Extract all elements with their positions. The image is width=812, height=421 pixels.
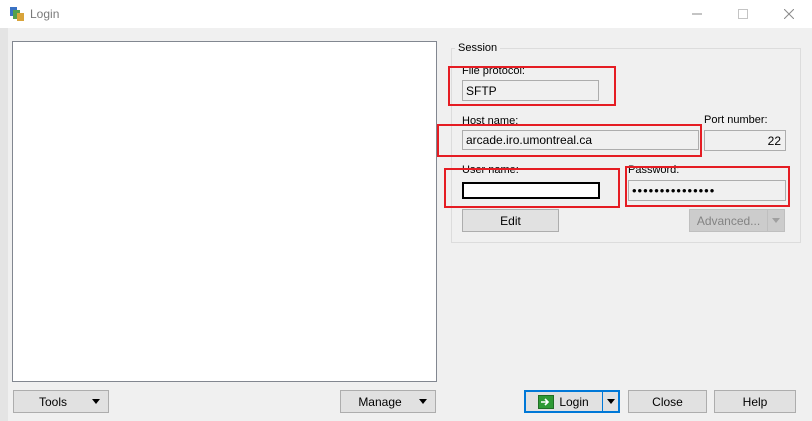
tools-button[interactable]: Tools	[13, 390, 109, 413]
chevron-down-icon	[607, 399, 615, 404]
tools-button-label: Tools	[38, 394, 67, 409]
help-button[interactable]: Help	[714, 390, 796, 413]
user-name-highlight	[444, 168, 620, 208]
minimize-icon	[692, 13, 702, 15]
site-tree[interactable]	[12, 41, 437, 382]
session-group-title: Session	[455, 42, 501, 54]
advanced-button-label: Advanced...	[696, 213, 761, 228]
login-dropdown[interactable]	[603, 391, 619, 412]
maximize-icon	[738, 9, 748, 19]
chevron-down-icon	[419, 399, 427, 404]
edit-button[interactable]: Edit	[462, 209, 559, 232]
login-button-label: Login	[559, 394, 589, 409]
manage-button[interactable]: Manage	[340, 390, 436, 413]
login-button-content: Login	[525, 394, 602, 409]
chevron-down-icon	[772, 218, 780, 223]
login-icon	[538, 394, 555, 409]
port-number-input[interactable]: 22	[704, 130, 786, 151]
help-button-label: Help	[742, 394, 768, 409]
port-number-label: Port number:	[704, 114, 768, 126]
manage-button-label: Manage	[358, 394, 402, 409]
minimize-button[interactable]	[674, 0, 720, 28]
close-button-label: Close	[652, 394, 683, 409]
port-number-value: 22	[767, 133, 781, 148]
edit-button-label: Edit	[500, 213, 521, 228]
close-window-button[interactable]	[766, 0, 812, 28]
chevron-down-icon	[92, 399, 100, 404]
close-icon	[784, 9, 794, 19]
left-edge-strip	[0, 28, 8, 421]
file-protocol-highlight	[448, 66, 616, 106]
login-button[interactable]: Login	[524, 390, 620, 413]
advanced-dropdown[interactable]	[768, 210, 784, 231]
maximize-button[interactable]	[720, 0, 766, 28]
host-name-highlight	[437, 124, 702, 157]
password-highlight	[625, 166, 790, 207]
window-title: Login	[30, 7, 60, 21]
winscp-app-icon	[10, 7, 24, 21]
close-button[interactable]: Close	[628, 390, 707, 413]
advanced-button[interactable]: Advanced...	[689, 209, 785, 232]
